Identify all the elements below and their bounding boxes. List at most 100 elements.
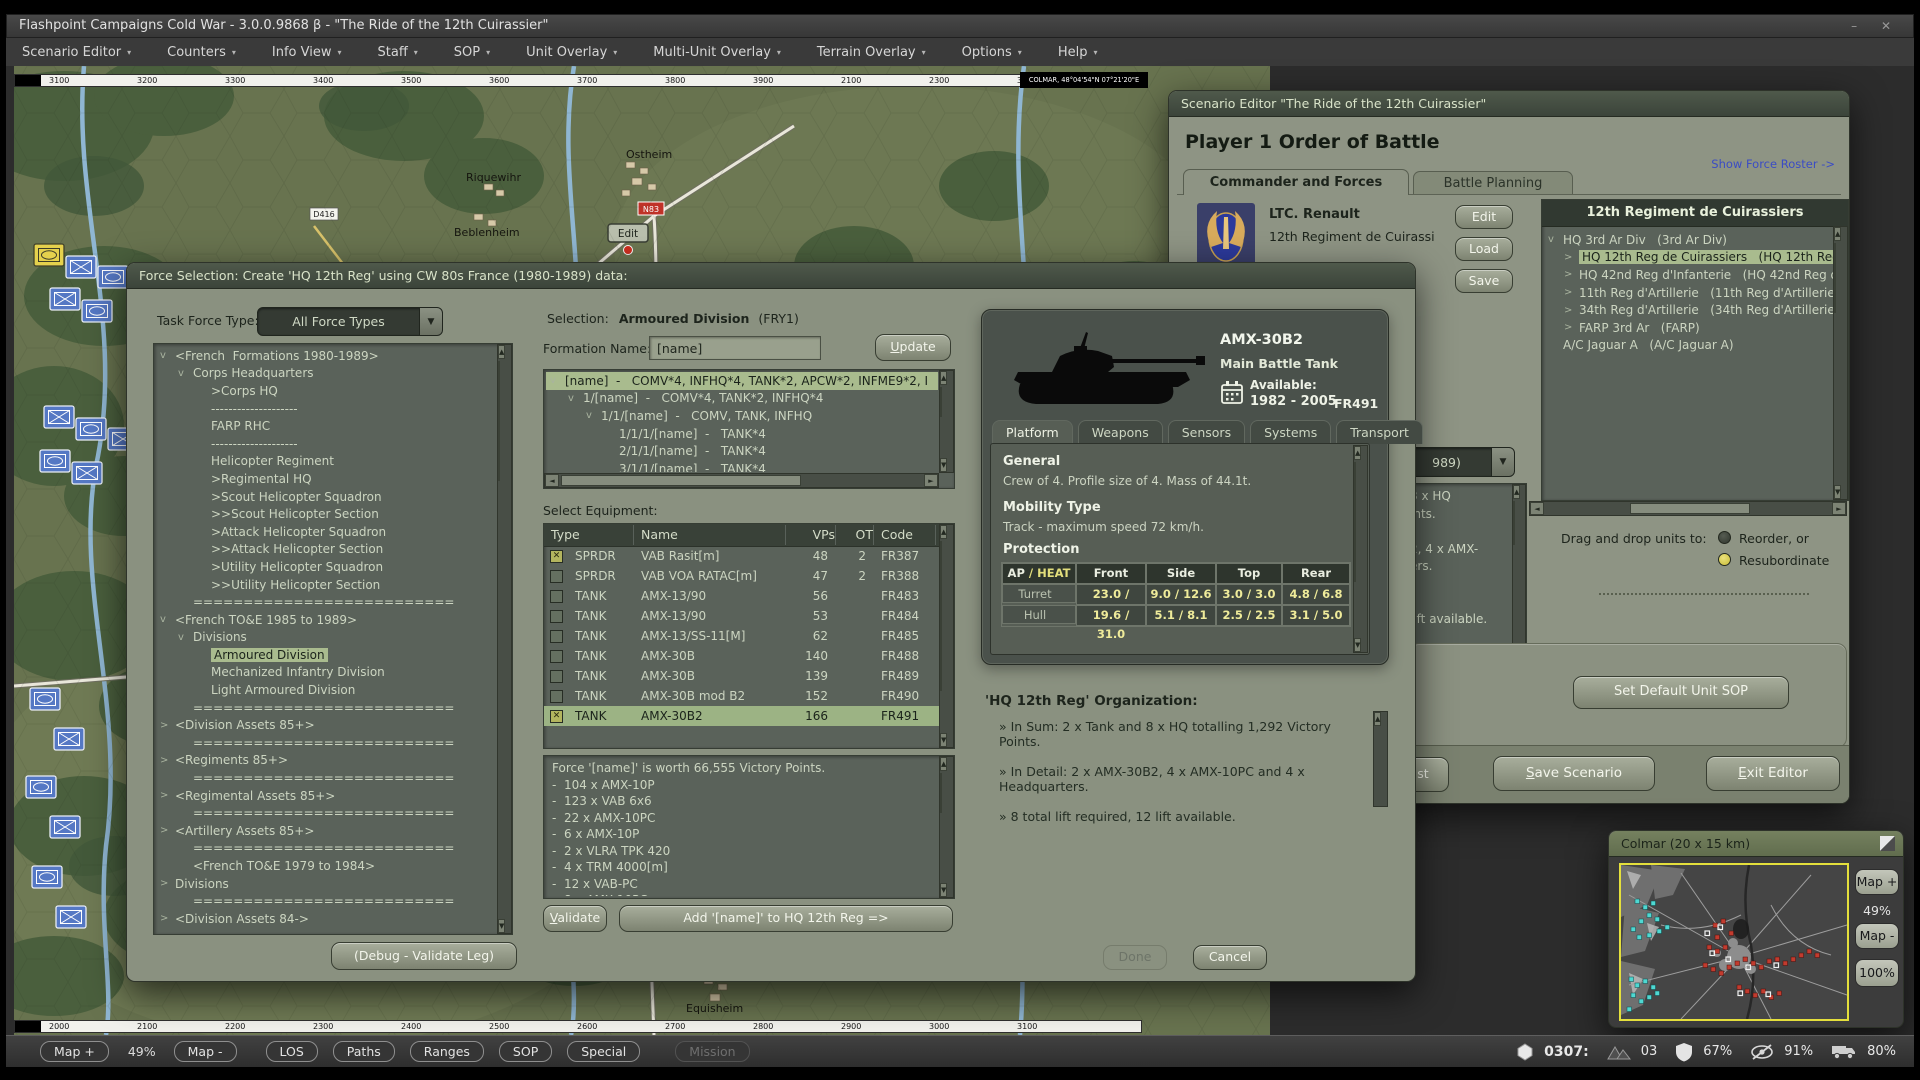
chevron-collapsed-icon[interactable]: >	[160, 790, 175, 801]
tree-item[interactable]: Light Armoured Division	[156, 681, 496, 699]
equipment-row[interactable]: TANKAMX-30B139FR489	[544, 666, 939, 686]
menu-staff[interactable]: Staff▾	[378, 45, 418, 60]
formation-tree-hscrollbar[interactable]: ◄ ►	[544, 473, 939, 488]
equipment-row[interactable]: TANKAMX-30B140FR488	[544, 646, 939, 666]
tree-item[interactable]: vDivisions	[156, 629, 496, 647]
unit-counter[interactable]	[26, 776, 56, 798]
chevron-expanded-icon[interactable]: v	[550, 375, 565, 386]
ranges-button[interactable]: Ranges	[410, 1041, 484, 1062]
unit-counter[interactable]	[76, 418, 106, 440]
menu-terrain-overlay[interactable]: Terrain Overlay▾	[817, 45, 926, 60]
regiment-tree-item[interactable]: >11th Reg d'Artillerie (11th Reg d'Artil…	[1544, 284, 1846, 302]
checkbox-unchecked[interactable]	[550, 570, 563, 583]
unit-counter[interactable]	[66, 256, 96, 278]
tree-item[interactable]: --------------------	[156, 435, 496, 453]
reorder-radio[interactable]	[1718, 531, 1731, 544]
save-scenario-button[interactable]: Save Scenario	[1493, 756, 1655, 791]
task-force-type-dropdown[interactable]: All Force Types ▼	[257, 307, 443, 336]
regiment-tree-scrollbar[interactable]: ▲▼	[1833, 226, 1848, 500]
exit-editor-button[interactable]: Exit Editor	[1706, 756, 1840, 791]
tree-item[interactable]: ==========================	[156, 593, 496, 611]
unit-counter[interactable]	[50, 816, 80, 838]
tree-item[interactable]: >>Attack Helicopter Section	[156, 541, 496, 559]
menu-multi-unit-overlay[interactable]: Multi-Unit Overlay▾	[653, 45, 781, 60]
unit-counter[interactable]	[40, 450, 70, 472]
map-zoom-in-button[interactable]: Map +	[40, 1041, 109, 1062]
regiment-tree-hscrollbar[interactable]: ◄ ►	[1529, 501, 1847, 516]
regiment-tree-item[interactable]: >HQ 12th Reg de Cuirassiers (HQ 12th Reg…	[1544, 249, 1846, 267]
tree-item[interactable]: >>Utility Helicopter Section	[156, 576, 496, 594]
paths-button[interactable]: Paths	[333, 1041, 395, 1062]
unit-counter-selected[interactable]	[34, 244, 64, 266]
chevron-expanded-icon[interactable]: v	[160, 350, 175, 361]
window-controls[interactable]: – ✕	[1851, 15, 1901, 37]
add-to-hq-button[interactable]: Add '[name]' to HQ 12th Reg =>	[619, 905, 953, 932]
los-button[interactable]: LOS	[266, 1041, 318, 1062]
chevron-collapsed-icon[interactable]: >	[160, 878, 175, 889]
tree-item[interactable]: ><Regimental Assets 85+>	[156, 787, 496, 805]
era-dropdown-partial[interactable]: 989) ▼	[1401, 447, 1515, 477]
minimap-zoom-out-button[interactable]: Map -	[1855, 923, 1899, 949]
unit-counter[interactable]	[44, 406, 74, 428]
equipment-row[interactable]: TANKAMX-13/9053FR484	[544, 606, 939, 626]
checkbox-unchecked[interactable]	[550, 610, 563, 623]
menu-options[interactable]: Options▾	[962, 45, 1022, 60]
chevron-expanded-icon[interactable]: v	[568, 393, 583, 404]
checkbox-unchecked[interactable]	[550, 590, 563, 603]
tree-item[interactable]: v<French TO&E 1985 to 1989>	[156, 611, 496, 629]
formation-tree-scrollbar[interactable]: ▲▼	[939, 370, 954, 473]
chevron-collapsed-icon[interactable]: >	[1564, 305, 1579, 316]
tree-item[interactable]: ==========================	[156, 804, 496, 822]
tree-item[interactable]: ><Division Assets 84->	[156, 910, 496, 928]
chevron-expanded-icon[interactable]: v	[178, 368, 193, 379]
tree-item[interactable]: >Scout Helicopter Squadron	[156, 488, 496, 506]
chevron-down-icon[interactable]: ▼	[419, 308, 442, 335]
equipment-row[interactable]: SPRDRVAB VOA RATAC[m]472FR388	[544, 566, 939, 586]
resize-icon[interactable]	[1880, 836, 1895, 851]
checkbox-checked[interactable]: ✕	[550, 710, 563, 723]
resubordinate-radio[interactable]	[1718, 553, 1731, 566]
menu-unit-overlay[interactable]: Unit Overlay▾	[526, 45, 617, 60]
tab-sensors[interactable]: Sensors	[1168, 420, 1245, 444]
tab-transport[interactable]: Transport	[1336, 420, 1423, 444]
update-button[interactable]: Update	[875, 334, 951, 361]
chevron-down-icon[interactable]: ▼	[1491, 448, 1514, 476]
tree-item[interactable]: ><Artillery Assets 85+>	[156, 822, 496, 840]
unit-counter[interactable]	[72, 462, 102, 484]
force-summary-scrollbar[interactable]: ▲▼	[939, 756, 954, 898]
chevron-collapsed-icon[interactable]: >	[160, 720, 175, 731]
cancel-button[interactable]: Cancel	[1193, 945, 1267, 970]
chevron-expanded-icon[interactable]: v	[586, 410, 601, 421]
tree-item[interactable]: ><Division Assets 85+>	[156, 716, 496, 734]
minimap-zoom-in-button[interactable]: Map +	[1855, 869, 1899, 895]
checkbox-unchecked[interactable]	[550, 670, 563, 683]
save-button[interactable]: Save	[1455, 269, 1513, 293]
equipment-row[interactable]: TANKAMX-13/9056FR483	[544, 586, 939, 606]
tree-item[interactable]: ==========================	[156, 769, 496, 787]
chevron-expanded-icon[interactable]: v	[178, 632, 193, 643]
tree-item[interactable]: ==========================	[156, 892, 496, 910]
chevron-collapsed-icon[interactable]: >	[160, 913, 175, 924]
unit-counter[interactable]	[56, 906, 86, 928]
equipment-row[interactable]: TANKAMX-13/SS-11[M]62FR485	[544, 626, 939, 646]
chevron-collapsed-icon[interactable]: >	[1564, 252, 1579, 263]
tree-item[interactable]: >Divisions	[156, 875, 496, 893]
tree-item[interactable]: 3/1/1/[name] - TANK*4	[546, 460, 938, 472]
chevron-collapsed-icon[interactable]: >	[1564, 322, 1579, 333]
minimap-canvas[interactable]	[1619, 863, 1849, 1021]
chevron-collapsed-icon[interactable]: >	[160, 825, 175, 836]
tree-item[interactable]: v1/[name] - COMV*4, TANK*2, INFHQ*4	[546, 390, 938, 408]
minimap-zoom-full-button[interactable]: 100%	[1855, 959, 1899, 987]
chevron-collapsed-icon[interactable]: >	[1564, 269, 1579, 280]
equipment-row[interactable]: ✕SPRDRVAB Rasit[m]482FR387	[544, 546, 939, 566]
tree-item[interactable]: FARP RHC	[156, 417, 496, 435]
tree-item[interactable]: >>Scout Helicopter Section	[156, 505, 496, 523]
validate-button[interactable]: Validate	[543, 905, 607, 932]
unit-counter[interactable]	[32, 866, 62, 888]
tree-item[interactable]: --------------------	[156, 400, 496, 418]
regiment-tree-item[interactable]: >HQ 42nd Reg d'Infanterie (HQ 42nd Reg d…	[1544, 266, 1846, 284]
tree-item[interactable]: Mechanized Infantry Division	[156, 664, 496, 682]
tab-battle-planning[interactable]: Battle Planning	[1413, 171, 1573, 195]
show-force-roster-link[interactable]: Show Force Roster ->	[1711, 157, 1835, 171]
tree-item[interactable]: ==========================	[156, 734, 496, 752]
